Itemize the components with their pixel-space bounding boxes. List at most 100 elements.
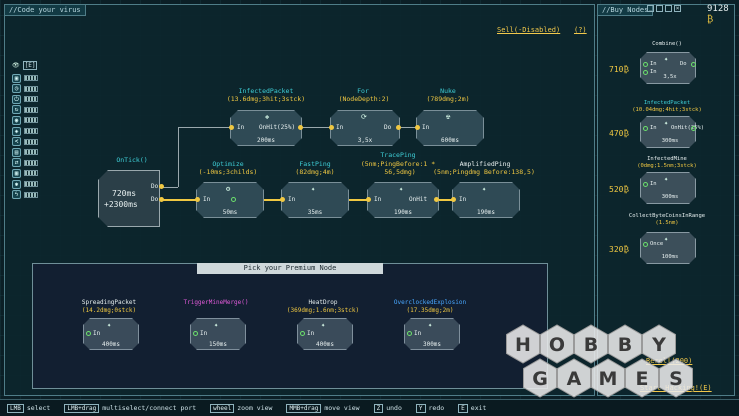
amplified-sub: (5nm;Pingdmg Before:138,5) — [433, 168, 535, 176]
logo-letter: S — [669, 368, 683, 390]
ontick-do-port[interactable] — [159, 197, 164, 202]
sidebar-filter-item[interactable]: ↻ — [12, 105, 38, 115]
level-bars — [24, 75, 38, 81]
sidebar-filter-item[interactable]: ⏻ — [12, 94, 38, 104]
premium-card-sub: (17.35dmg;2m) — [406, 307, 454, 314]
wifi-icon: ◈ — [12, 126, 21, 136]
nuke-icon: ☢ — [446, 113, 451, 121]
cycle-icon: ↻ — [12, 105, 21, 115]
premium-in-port — [86, 331, 91, 336]
buy-item-time: 100ms — [661, 254, 679, 260]
for-in-port[interactable] — [329, 125, 334, 130]
fastping-in-port[interactable] — [280, 197, 285, 202]
premium-card-sub: (14.2dmg;0stck) — [81, 307, 137, 314]
premium-card-sub: (369dmg;1.6nm;3stck) — [286, 307, 360, 314]
sidebar-filter-item[interactable]: ◷ — [12, 84, 38, 94]
sidebar-filter-item[interactable]: ϟ — [12, 190, 38, 200]
ontick-do-port[interactable] — [159, 184, 164, 189]
for-do-port[interactable] — [396, 125, 401, 130]
traceping-onhit-port[interactable] — [434, 197, 439, 202]
buy-item-title: InfectedMine — [647, 156, 687, 162]
logo-letter: H — [515, 334, 531, 356]
sidebar-toggle-key[interactable]: [E] — [22, 61, 38, 70]
amplified-title: AmplifiedPing — [459, 160, 511, 168]
help-button[interactable]: (?) — [574, 26, 587, 34]
buy-item-price[interactable]: 520₿ — [609, 185, 629, 194]
sidebar-filter-item[interactable]: ✱ — [12, 179, 38, 189]
minimize-icon[interactable]: _ — [647, 5, 654, 12]
logo-letter: G — [532, 368, 548, 390]
coin-icon: ₿ — [623, 129, 629, 138]
eye-icon[interactable]: 👁 — [12, 62, 20, 69]
wire — [178, 127, 230, 128]
buy-in-port — [643, 126, 648, 131]
level-bars — [24, 181, 38, 187]
optimize-in-port[interactable] — [195, 197, 200, 202]
hint-label: exit — [470, 404, 487, 412]
logo-letter: B — [618, 334, 632, 356]
level-bars — [24, 159, 38, 166]
infected-out-label: OnHit(25%) — [259, 124, 296, 131]
for-count: 3,5x — [357, 137, 373, 144]
control-hint: LMB select — [0, 403, 57, 413]
level-bars — [24, 85, 38, 92]
sidebar-filter-item[interactable]: ⇄ — [12, 158, 38, 168]
buy-item-title: InfectedPacket — [643, 100, 691, 106]
antenna-icon: ϟ — [12, 190, 21, 200]
level-bars — [24, 138, 38, 145]
infected-onhit-port[interactable] — [298, 125, 303, 130]
hint-label: multiselect/connect port — [102, 404, 197, 412]
traceping-in-port[interactable] — [366, 197, 371, 202]
buy-item-title: Combine() — [652, 41, 682, 47]
buy-item-price[interactable]: 710₿ — [609, 65, 629, 74]
packet-icon: ❖ — [265, 113, 270, 121]
sidebar-header: 👁 [E] — [12, 61, 38, 70]
grid-icon: ▦ — [12, 168, 21, 178]
sidebar-filter-item[interactable]: ▣ — [12, 73, 38, 83]
buy-port-label: In — [650, 125, 657, 131]
sell-button[interactable]: Sell(-Disabled) — [497, 26, 560, 34]
node-icon: ✦ — [321, 321, 326, 329]
ontick-title: OnTick() — [116, 156, 148, 164]
optimize-child-port[interactable] — [231, 197, 236, 202]
sidebar-filter-item[interactable]: ≺ — [12, 137, 38, 147]
optimize-in-label: In — [203, 196, 211, 203]
for-out-label: Do — [384, 124, 392, 131]
level-bars — [24, 128, 38, 134]
sidebar-filter-item[interactable]: ▦ — [12, 168, 38, 178]
amplified-in-port[interactable] — [451, 197, 456, 202]
power-icon: ⏻ — [12, 94, 21, 104]
infected-in-port[interactable] — [229, 125, 234, 130]
buy-item-price[interactable]: 470₿ — [609, 129, 629, 138]
optimize-time: 50ms — [222, 209, 238, 216]
node-icon: ✦ — [664, 55, 669, 63]
premium-in-port — [193, 331, 198, 336]
ontick-interval: 720ms — [112, 189, 137, 198]
buy-in-port — [643, 70, 648, 75]
logo-letter: B — [584, 334, 598, 356]
close-icon[interactable]: × — [674, 5, 681, 12]
price-value: 710 — [609, 65, 624, 74]
loop-icon: ⟳ — [361, 113, 367, 121]
logo-letter: A — [567, 368, 582, 390]
nuke-in-port[interactable] — [415, 125, 420, 130]
key-icon: LMB+drag — [64, 403, 100, 413]
infected-in-label: In — [237, 124, 245, 131]
sidebar-filter-item[interactable]: ▤ — [12, 147, 38, 157]
control-hint: LMB+drag multiselect/connect port — [57, 403, 203, 413]
buy-out-port — [691, 62, 696, 67]
coin-icon: ₿ — [623, 65, 629, 74]
restore-icon[interactable] — [656, 5, 663, 12]
key-icon: Y — [415, 403, 426, 413]
premium-card-title: SpreadingPacket — [81, 299, 137, 306]
buy-out-label: Do — [680, 61, 687, 67]
logo-letter: M — [599, 368, 618, 390]
premium-card-time: 400ms — [315, 341, 335, 348]
buy-item-price[interactable]: 320₿ — [609, 245, 629, 254]
buy-item-time: 300ms — [661, 194, 679, 200]
maximize-icon[interactable] — [665, 5, 672, 12]
buy-in-port — [643, 242, 648, 247]
sidebar-filter-item[interactable]: ◈ — [12, 126, 38, 136]
level-bars — [24, 106, 38, 113]
sidebar-filter-item[interactable]: ◉ — [12, 115, 38, 125]
